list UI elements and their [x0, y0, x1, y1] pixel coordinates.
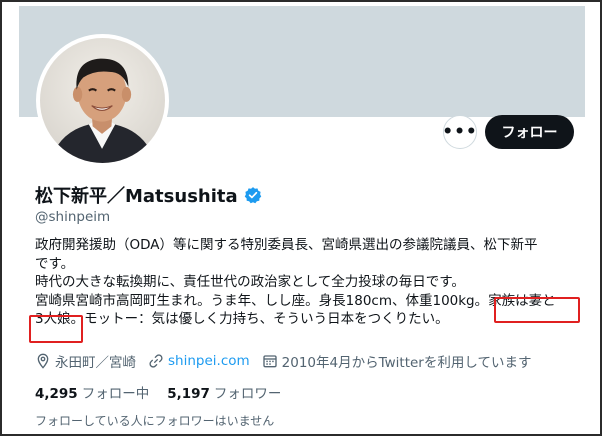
- joined-text: 2010年4月からTwitterを利用しています: [281, 355, 532, 371]
- followers-count: 5,197: [167, 386, 210, 402]
- name-row: 松下新平／Matsushita: [35, 183, 262, 207]
- follow-counts: 4,295 フォロー中 5,197 フォロワー: [35, 382, 281, 402]
- username-handle: @shinpeim: [35, 209, 111, 225]
- display-name: 松下新平／Matsushita: [35, 186, 238, 207]
- screenshot-frame: ••• フォロー 松下新平／Matsushita @shinpeim 政府開発援…: [0, 0, 602, 436]
- followers-label: フォロワー: [213, 386, 282, 402]
- following-count: 4,295: [35, 386, 78, 402]
- website-link[interactable]: shinpei.com: [168, 353, 250, 369]
- verified-badge-icon[interactable]: [244, 186, 262, 204]
- location-pin-icon: [37, 353, 49, 369]
- highlight-box-family: [494, 297, 580, 323]
- avatar[interactable]: [36, 34, 169, 167]
- website-item[interactable]: shinpei.com: [148, 353, 250, 369]
- follow-button[interactable]: フォロー: [485, 115, 574, 149]
- location-text: 永田町／宮崎: [55, 355, 136, 371]
- followers-you-know: フォローしている人にフォロワーはいません: [35, 414, 275, 428]
- calendar-icon: [262, 355, 277, 368]
- joined-item: 2010年4月からTwitterを利用しています: [262, 351, 532, 371]
- bio-line: です。: [35, 255, 75, 272]
- location-item: 永田町／宮崎: [35, 351, 136, 371]
- avatar-photo: [40, 38, 165, 163]
- following-link[interactable]: 4,295 フォロー中: [35, 382, 149, 402]
- followers-link[interactable]: 5,197 フォロワー: [167, 382, 281, 402]
- bio-line: 政府開発援助（ODA）等に関する特別委員長、宮崎県選出の参議院議員、松下新平: [35, 237, 538, 253]
- link-icon: [149, 354, 163, 368]
- bio-line: 時代の大きな転換期に、責任世代の政治家として全力投球の毎日です。: [35, 274, 465, 291]
- highlight-box-daughters: [29, 315, 83, 343]
- more-options-button[interactable]: •••: [442, 115, 478, 149]
- more-icon: •••: [442, 122, 478, 142]
- profile-meta: 永田町／宮崎 shinpei.com 2010年4月からTwitterを利用して…: [35, 351, 543, 371]
- following-label: フォロー中: [81, 386, 150, 402]
